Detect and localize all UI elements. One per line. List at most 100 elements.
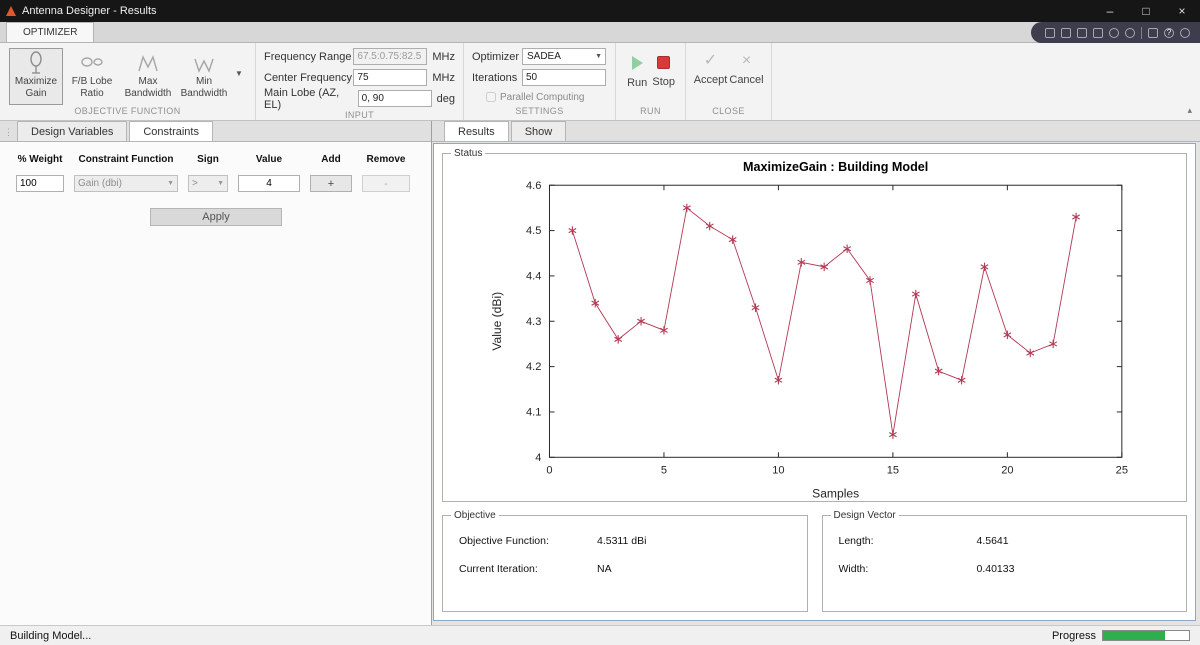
close-icon[interactable]: × [1164, 0, 1200, 22]
y-tick-label: 4.6 [526, 179, 541, 191]
x-tick-label: 5 [661, 464, 667, 476]
min-bandwidth-icon [194, 58, 214, 73]
chart-title: MaximizeGain : Building Model [743, 160, 928, 174]
x-tick-label: 10 [772, 464, 784, 476]
frequency-range-unit: MHz [432, 50, 455, 63]
save-icon[interactable] [1045, 27, 1055, 38]
constraint-function-select[interactable]: Gain (dbi) ▼ [74, 175, 178, 192]
chevron-down-icon: ▼ [217, 180, 224, 187]
parallel-computing-label: Parallel Computing [500, 91, 585, 103]
antenna-designer-window: Antenna Designer - Results – □ × OPTIMIZ… [0, 0, 1200, 645]
accept-check-icon: ✓ [703, 52, 718, 69]
progress-bar [1102, 630, 1190, 641]
section-run: Run Stop RUN [616, 43, 686, 120]
collapse-ribbon-icon[interactable]: ▴ [1187, 105, 1192, 116]
min-bandwidth-button[interactable]: Min Bandwidth [177, 48, 231, 105]
frequency-range-input[interactable] [353, 48, 428, 65]
panel-grip-icon: ⋮ [4, 127, 13, 137]
constraint-value-input[interactable] [238, 175, 300, 192]
parallel-computing-checkbox[interactable] [486, 92, 496, 102]
column-header-function: Constraint Function [78, 154, 174, 165]
maximize-icon[interactable]: □ [1128, 0, 1164, 22]
y-tick-label: 4.5 [526, 225, 541, 237]
max-bandwidth-button[interactable]: Max Bandwidth [121, 48, 175, 105]
progress-area: Progress [1052, 630, 1190, 642]
objective-button-label: Min Bandwidth [180, 76, 228, 99]
statusbar: Building Model... Progress [0, 625, 1200, 645]
gain-chart: 0 5 10 15 20 25 4 4.1 4.2 4.3 4.4 4.5 4.6 MaximizeGai… [487, 155, 1142, 506]
section-label: OBJECTIVE FUNCTION [74, 106, 181, 116]
objective-gallery-dropdown-icon[interactable]: ▼ [232, 47, 246, 106]
y-tick-label: 4.1 [526, 406, 541, 418]
stop-button[interactable]: Stop [652, 47, 675, 106]
sign-select[interactable]: > ▼ [188, 175, 228, 192]
x-tick-label: 20 [1001, 464, 1013, 476]
main-lobe-label: Main Lobe (AZ, EL) [264, 86, 340, 111]
window-title: Antenna Designer - Results [22, 5, 157, 17]
constraint-function-value: Gain (dbi) [78, 178, 122, 189]
width-value: 0.40133 [976, 563, 1015, 575]
main-lobe-input[interactable] [357, 90, 432, 107]
tab-constraints[interactable]: Constraints [129, 121, 213, 141]
tab-results[interactable]: Results [444, 121, 509, 141]
iterations-input[interactable] [522, 69, 606, 86]
iterations-label: Iterations [472, 71, 518, 84]
weight-input[interactable] [16, 175, 64, 192]
cut-icon[interactable] [1061, 27, 1071, 38]
maximize-gain-button[interactable]: Maximize Gain [9, 48, 63, 105]
tab-design-variables[interactable]: Design Variables [17, 121, 128, 141]
add-constraint-button[interactable]: + [310, 175, 352, 192]
center-frequency-input[interactable] [353, 69, 428, 86]
ribbon: Maximize Gain F/B Lobe Ratio Max Bandwid… [0, 43, 1200, 121]
fb-lobe-ratio-button[interactable]: F/B Lobe Ratio [65, 48, 119, 105]
width-label: Width: [838, 563, 869, 575]
main-area: ⋮ Design Variables Constraints % Weight … [0, 121, 1200, 625]
section-label: RUN [640, 106, 661, 116]
accept-button[interactable]: ✓ Accept [694, 47, 728, 106]
current-iteration-value: NA [597, 563, 612, 575]
section-input: Frequency Range MHz Center Frequency MHz… [256, 43, 464, 120]
cancel-button[interactable]: × Cancel [729, 47, 763, 106]
main-lobe-unit: deg [436, 92, 455, 105]
ribbon-tab-row: OPTIMIZER ? [0, 22, 1200, 43]
gain-icon [30, 51, 42, 74]
paste-icon[interactable] [1093, 27, 1103, 38]
tab-show[interactable]: Show [510, 121, 567, 141]
length-row: Length: 4.5641 [839, 535, 1179, 547]
gain-chart-svg: 0 5 10 15 20 25 4 4.1 4.2 4.3 4.4 4.5 4.6 MaximizeGai… [490, 160, 1128, 500]
copy-icon[interactable] [1077, 27, 1087, 38]
plot-area [548, 184, 1123, 458]
account-icon[interactable] [1180, 27, 1190, 38]
optimizer-label: Optimizer [472, 50, 520, 63]
minimize-icon[interactable]: – [1092, 0, 1128, 22]
stop-button-label: Stop [652, 76, 675, 88]
progress-fill [1103, 631, 1165, 640]
undo-icon[interactable] [1109, 27, 1119, 38]
column-header-sign: Sign [197, 154, 219, 165]
sign-value: > [192, 178, 198, 189]
current-iteration-row: Current Iteration: NA [459, 563, 799, 575]
objective-button-label: F/B Lobe Ratio [71, 76, 113, 99]
redo-icon[interactable] [1125, 27, 1135, 38]
apply-button[interactable]: Apply [150, 208, 282, 226]
right-panel-tabs: Results Show [432, 121, 1200, 142]
column-header-remove: Remove [366, 154, 406, 165]
optimizer-value: SADEA [527, 51, 561, 62]
layout-icon[interactable] [1148, 27, 1158, 38]
constraints-table: % Weight Constraint Function Sign Value … [8, 154, 423, 192]
chevron-down-icon: ▼ [595, 53, 602, 60]
chevron-down-icon: ▼ [167, 180, 174, 187]
status-message: Building Model... [10, 629, 92, 642]
help-icon[interactable]: ? [1164, 27, 1174, 38]
center-frequency-unit: MHz [432, 71, 455, 84]
objective-button-label: Maximize Gain [14, 76, 58, 99]
tab-optimizer[interactable]: OPTIMIZER [6, 22, 95, 42]
run-button[interactable]: Run [626, 47, 648, 106]
optimizer-select[interactable]: SADEA ▼ [522, 48, 606, 65]
remove-constraint-button[interactable]: - [362, 175, 410, 192]
section-settings: Optimizer SADEA ▼ Iterations Parallel Co… [464, 43, 616, 120]
quick-access-toolbar: ? [1031, 22, 1200, 43]
objective-function-label: Objective Function: [459, 535, 549, 547]
objective-function-value: 4.5311 dBi [597, 535, 647, 547]
current-iteration-label: Current Iteration: [459, 563, 538, 575]
